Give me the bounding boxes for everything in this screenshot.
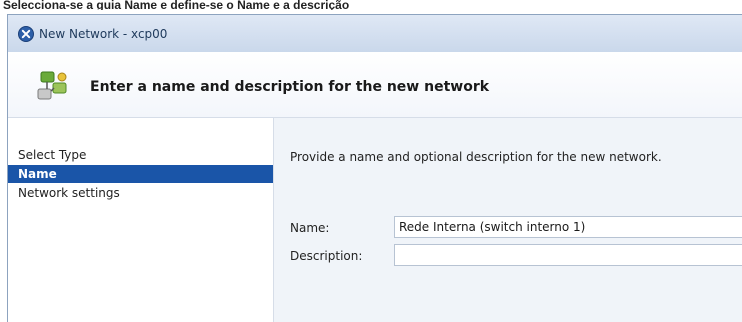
intro-text: Provide a name and optional description … (290, 150, 662, 164)
window-title: New Network - xcp00 (39, 27, 168, 41)
new-network-window: New Network - xcp00 Enter a name and des… (7, 14, 742, 322)
name-label: Name: (290, 221, 330, 235)
wizard-header: Enter a name and description for the new… (8, 52, 742, 118)
network-icon (35, 69, 69, 103)
step-name[interactable]: Name (8, 165, 273, 183)
title-bar[interactable]: New Network - xcp00 (8, 15, 742, 52)
xenserver-circle-icon (18, 26, 34, 42)
wizard-heading: Enter a name and description for the new… (90, 79, 490, 95)
caption-text: Selecciona-se a guia Name e define-se o … (3, 0, 350, 10)
name-input[interactable]: Rede Interna (switch interno 1) (394, 216, 742, 238)
step-network-settings[interactable]: Network settings (8, 184, 273, 202)
step-select-type[interactable]: Select Type (8, 146, 273, 164)
wizard-content: Provide a name and optional description … (274, 118, 742, 322)
description-input[interactable] (394, 244, 742, 266)
wizard-step-list: Select Type Name Network settings (8, 118, 274, 322)
description-label: Description: (290, 249, 363, 263)
